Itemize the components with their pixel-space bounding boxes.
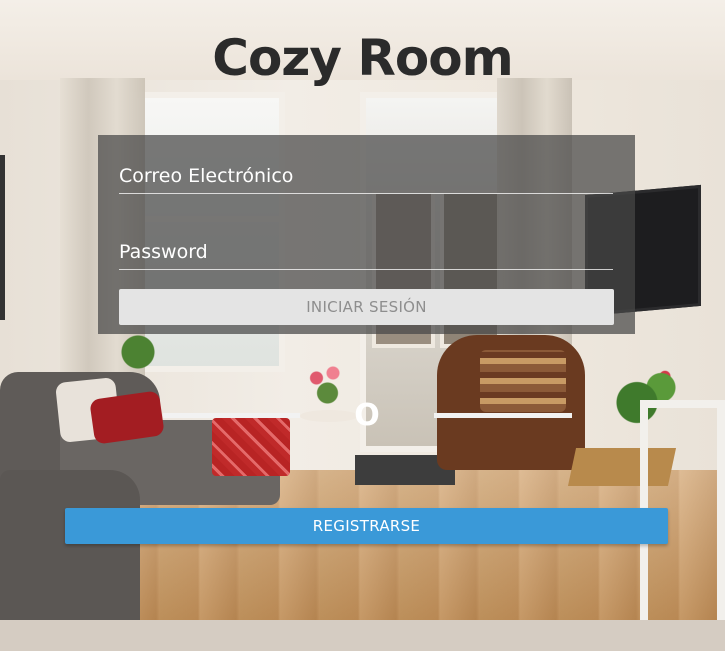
divider-line-left <box>163 413 300 418</box>
email-field[interactable] <box>119 159 613 193</box>
login-button[interactable]: INICIAR SESIÓN <box>119 289 614 325</box>
app-title: Cozy Room <box>212 29 513 87</box>
register-button[interactable]: REGISTRARSE <box>65 508 668 544</box>
login-form: INICIAR SESIÓN <box>98 135 635 334</box>
password-field-wrapper <box>119 235 613 270</box>
password-field[interactable] <box>119 235 613 269</box>
email-field-wrapper <box>119 159 613 194</box>
divider-line-right <box>434 413 572 418</box>
divider-text: O <box>354 398 380 433</box>
login-screen: Cozy Room INICIAR SESIÓN O REGISTRARSE <box>0 0 725 651</box>
